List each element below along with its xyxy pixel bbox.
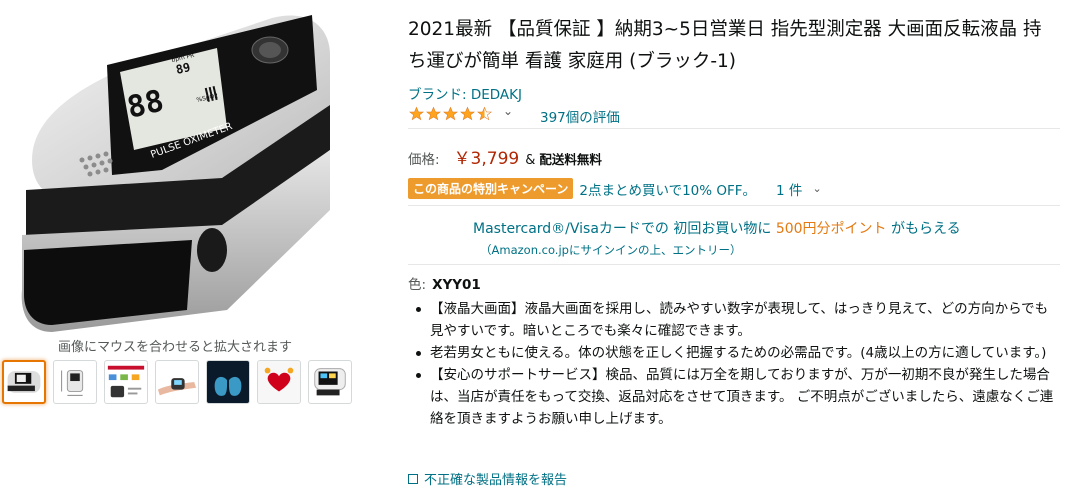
promo-signin-note[interactable]: （Amazon.co.jpにサインインの上、エントリー） — [480, 242, 741, 258]
promo-points: 500円分ポイント — [775, 221, 887, 237]
thumbnail-5[interactable] — [206, 360, 250, 404]
thumbnail-4[interactable] — [155, 360, 199, 404]
thumbnail-1[interactable] — [2, 360, 46, 404]
star-full-icon — [460, 106, 475, 121]
divider — [408, 205, 1060, 206]
price-value: ￥3,799 — [453, 149, 520, 169]
divider — [408, 264, 1060, 265]
report-icon — [408, 473, 418, 484]
price-row: 価格: ￥3,799 & 配送料無料 — [408, 144, 602, 169]
price-label: 価格: — [408, 152, 440, 168]
thumbnail-7[interactable] — [308, 360, 352, 404]
main-product-image[interactable]: 89 bpm PR 88 %SpO2 PULSE OXIMETER — [12, 10, 340, 335]
feature-bullets: 【液晶大画面】液晶大画面を採用し、読みやすい数字が表現して、はっきり見えて、どの… — [408, 298, 1060, 430]
color-row: 色: XYY01 — [408, 273, 481, 293]
lungs-xray-thumb-icon — [207, 361, 249, 403]
divider — [408, 128, 1060, 129]
free-shipping-label: 配送料無料 — [539, 152, 602, 167]
zoom-hint: 画像にマウスを合わせると拡大されます — [57, 340, 292, 355]
heart-care-thumb-icon — [258, 361, 300, 403]
oximeter-display-thumb-icon — [314, 368, 346, 396]
card-promo-link[interactable]: Mastercard®/Visaカードでの 初回お買い物に 500円分ポイント … — [473, 218, 961, 238]
campaign-offer-link[interactable]: 2点まとめ買いで10% OFF。 — [579, 179, 756, 199]
star-full-icon — [409, 106, 424, 121]
list-item: 老若男女ともに使える。体の状態を正しく把握するための必需品です。(4歳以上の方に… — [416, 342, 1060, 364]
thumbnail-6[interactable] — [257, 360, 301, 404]
star-full-icon — [426, 106, 441, 121]
promo-suffix: がもらえる — [886, 221, 961, 237]
star-full-icon — [443, 106, 458, 121]
oximeter-dimensions-thumb-icon — [61, 370, 84, 396]
chevron-down-icon[interactable]: ⌄ — [503, 104, 513, 118]
thumbnail-3[interactable] — [104, 360, 148, 404]
color-value: XYY01 — [432, 277, 481, 293]
product-title: 2021最新 【品質保証 】納期3~5日営業日 指先型測定器 大画面反転液晶 持… — [408, 19, 1042, 72]
color-label: 色: — [408, 277, 427, 293]
star-half-icon — [477, 106, 492, 121]
price-amp: & — [525, 153, 536, 168]
campaign-count-link[interactable]: 1 件 — [776, 179, 802, 199]
oximeter-infographic-thumb-icon — [107, 365, 145, 398]
campaign-row: この商品の特別キャンペーン 2点まとめ買いで10% OFF。 1 件 ⌄ — [408, 178, 822, 199]
thumbnail-2[interactable] — [53, 360, 97, 404]
oximeter-front-thumb-icon — [7, 371, 41, 393]
pulse-oximeter-product-photo: 89 bpm PR 88 %SpO2 PULSE OXIMETER — [21, 15, 330, 332]
report-link-label: 不正確な製品情報を報告 — [424, 473, 568, 488]
list-item: 【安心のサポートサービス】検品、品質には万全を期しておりますが、万が一初期不良が… — [416, 364, 1060, 430]
report-issue-link[interactable]: 不正確な製品情報を報告 — [408, 469, 567, 488]
promo-prefix: Mastercard®/Visaカードでの 初回お買い物に — [473, 221, 776, 237]
star-rating[interactable] — [408, 105, 493, 123]
rating-count-link[interactable]: 397個の評価 — [540, 106, 620, 126]
finger-measurement-thumb-icon — [157, 378, 197, 396]
chevron-down-icon[interactable]: ⌄ — [812, 182, 821, 195]
brand-link[interactable]: ブランド: DEDAKJ — [408, 83, 522, 103]
list-item: 【液晶大画面】液晶大画面を採用し、読みやすい数字が表現して、はっきり見えて、どの… — [416, 298, 1060, 342]
campaign-badge: この商品の特別キャンペーン — [408, 178, 574, 199]
